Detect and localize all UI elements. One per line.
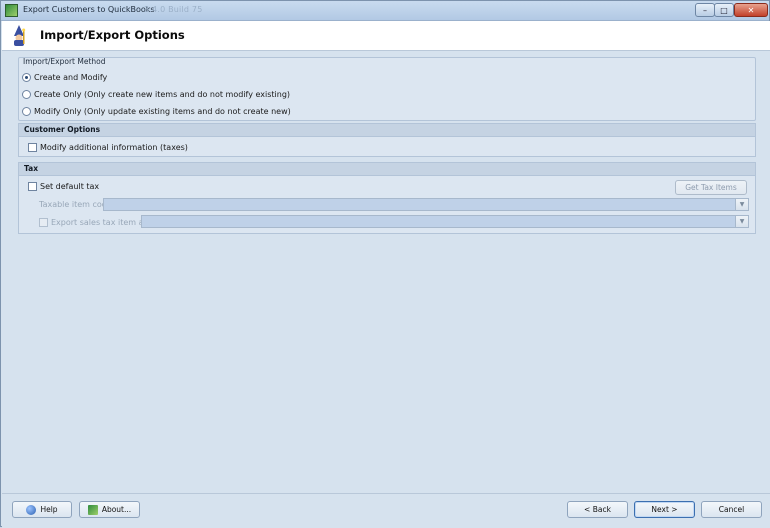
export-sales-tax-row[interactable]: Export sales tax item as (39, 216, 148, 228)
back-button[interactable]: < Back (567, 501, 628, 518)
taxable-item-code-combo[interactable]: ▼ (103, 198, 749, 211)
radio-create-only[interactable]: Create Only (Only create new items and d… (22, 88, 290, 100)
section-title: Customer Options (19, 124, 755, 137)
radio-create-and-modify[interactable]: Create and Modify (22, 71, 107, 83)
window-title-version: 3.4.0 Build 75 (144, 5, 203, 14)
about-button[interactable]: About... (79, 501, 140, 518)
next-button[interactable]: Next > (634, 501, 695, 518)
get-tax-items-button[interactable]: Get Tax Items (675, 180, 747, 195)
modify-additional-checkbox-row[interactable]: Modify additional information (taxes) (28, 141, 188, 153)
import-export-method-group: Import/Export Method Create and Modify C… (18, 57, 756, 121)
customer-options-section: Customer Options Modify additional infor… (18, 123, 756, 157)
radio-label: Create Only (Only create new items and d… (34, 89, 291, 99)
page-title: Import/Export Options (40, 28, 185, 42)
help-button[interactable]: Help (12, 501, 72, 518)
app-icon (87, 504, 98, 515)
title-bar[interactable]: Export Customers to QuickBooks 3.4.0 Bui… (1, 1, 769, 21)
wizard-icon (14, 25, 26, 46)
window-title: Export Customers to QuickBooks (23, 5, 155, 14)
app-icon (5, 4, 18, 17)
help-icon (26, 504, 37, 515)
section-title: Tax (19, 163, 755, 176)
chevron-down-icon[interactable]: ▼ (735, 216, 748, 227)
radio-label: Modify Only (Only update existing items … (34, 106, 291, 116)
set-default-tax-row[interactable]: Set default tax (28, 180, 99, 192)
maximize-icon: □ (720, 5, 728, 15)
group-label: Import/Export Method (23, 57, 106, 66)
modify-additional-checkbox[interactable] (28, 142, 37, 152)
minimize-icon: – (703, 5, 707, 15)
radio-indicator[interactable] (22, 89, 31, 99)
close-icon: ✕ (747, 5, 755, 15)
checkbox-label: Export sales tax item as (51, 217, 148, 227)
export-sales-tax-combo[interactable]: ▼ (141, 215, 749, 228)
minimize-button[interactable]: – (695, 3, 715, 17)
checkbox-label: Set default tax (40, 181, 100, 191)
taxable-item-code-label: Taxable item code (39, 200, 112, 209)
radio-label: Create and Modify (34, 72, 108, 82)
options-content: Import/Export Method Create and Modify C… (2, 51, 770, 493)
close-button[interactable]: ✕ (734, 3, 768, 17)
checkbox-label: Modify additional information (taxes) (40, 142, 188, 152)
radio-indicator[interactable] (22, 106, 31, 116)
help-label: Help (40, 505, 58, 514)
export-sales-tax-checkbox[interactable] (39, 217, 48, 227)
export-customers-window: Export Customers to QuickBooks 3.4.0 Bui… (0, 0, 770, 528)
about-label: About... (101, 505, 132, 514)
wizard-footer: Help About... < Back Next > Cancel (2, 493, 770, 528)
page-header: Import/Export Options (2, 21, 770, 51)
set-default-tax-checkbox[interactable] (28, 181, 37, 191)
cancel-button[interactable]: Cancel (701, 501, 762, 518)
chevron-down-icon[interactable]: ▼ (735, 199, 748, 210)
radio-modify-only[interactable]: Modify Only (Only update existing items … (22, 105, 291, 117)
maximize-button[interactable]: □ (714, 3, 734, 17)
radio-indicator[interactable] (22, 72, 31, 82)
tax-section: Tax Set default tax Get Tax Items Taxabl… (18, 162, 756, 234)
